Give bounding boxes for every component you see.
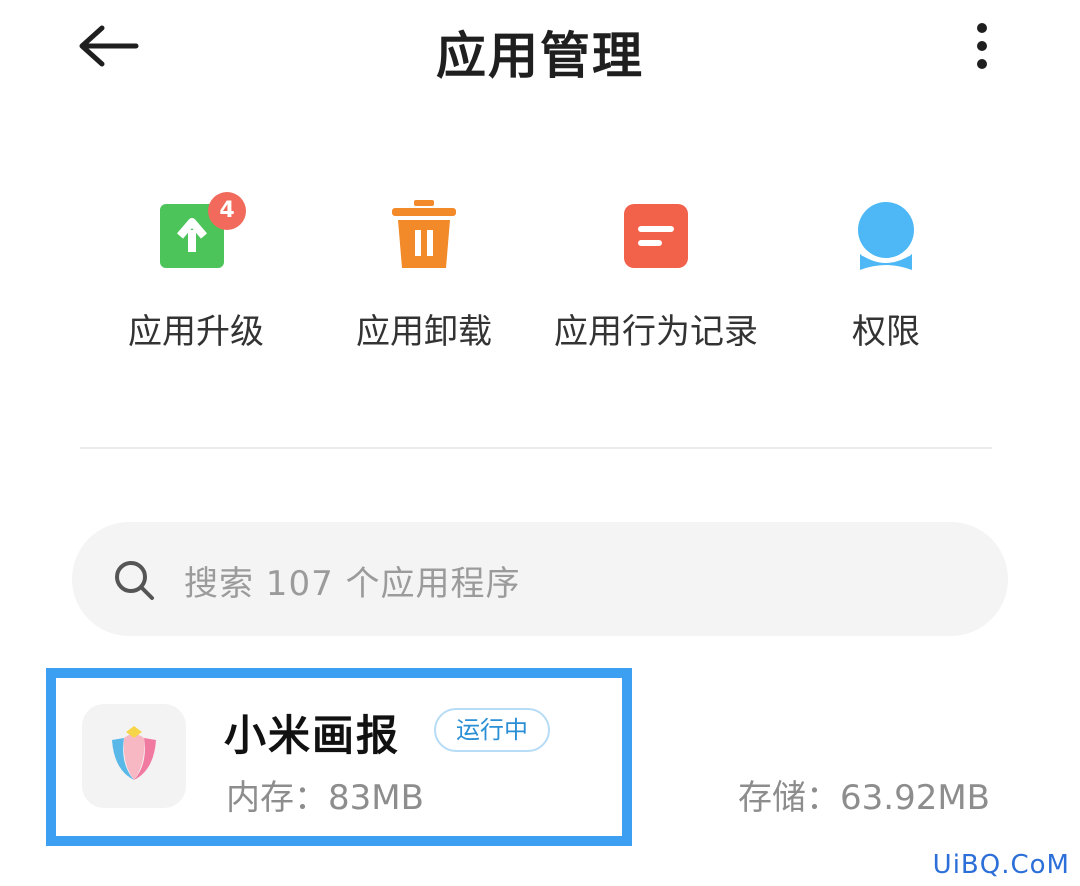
permission-icon <box>858 202 914 270</box>
action-app-uninstall[interactable]: 应用卸载 <box>304 196 544 353</box>
search-icon <box>115 561 154 600</box>
more-options-button[interactable] <box>964 20 1000 72</box>
quick-actions: 4 应用升级 应用卸载 应用行为记录 权限 <box>80 192 1000 356</box>
action-label: 应用卸载 <box>356 312 492 352</box>
app-storage: 存储：63.92MB <box>738 778 990 818</box>
search-input[interactable]: 搜索 107 个应用程序 <box>72 522 1008 636</box>
tulip-icon <box>112 726 156 780</box>
action-app-upgrade[interactable]: 4 应用升级 <box>76 192 316 353</box>
action-label: 应用升级 <box>128 312 264 352</box>
search-placeholder: 搜索 107 个应用程序 <box>184 564 521 604</box>
action-permissions[interactable]: 权限 <box>766 196 1006 353</box>
watermark: UiBQ.CoM <box>932 850 1070 880</box>
page-title: 应用管理 <box>436 27 644 85</box>
divider <box>80 447 992 449</box>
app-memory: 内存：83MB <box>226 778 424 818</box>
record-icon <box>624 204 688 268</box>
app-list-item[interactable]: 小米画报 运行中 内存：83MB 存储：63.92MB <box>0 668 1080 848</box>
action-label: 应用行为记录 <box>554 312 758 352</box>
action-label: 权限 <box>852 312 920 352</box>
app-icon <box>82 704 186 808</box>
action-app-behavior-log[interactable]: 应用行为记录 <box>536 196 776 353</box>
update-count-badge: 4 <box>208 192 246 230</box>
more-vertical-icon <box>977 23 987 69</box>
trash-icon <box>392 200 456 268</box>
app-name: 小米画报 <box>224 711 401 760</box>
app-management-screen: 应用管理 4 应用升级 应用卸载 应用行为记录 权限 搜索 107 个应用程序 … <box>0 0 1080 886</box>
status-badge: 运行中 <box>434 708 550 752</box>
